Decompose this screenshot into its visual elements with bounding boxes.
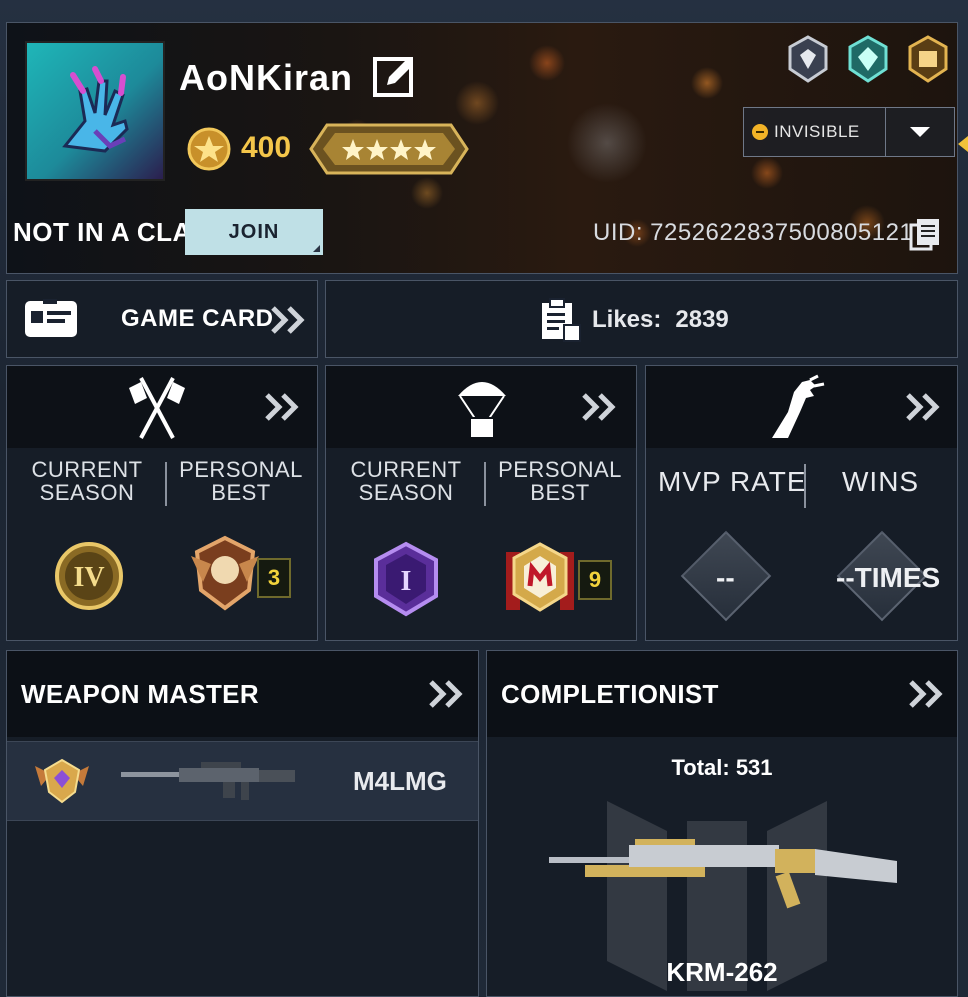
zombies-rank-shield-icon[interactable] (907, 35, 949, 83)
likes-label: Likes: (592, 306, 662, 333)
double-chevron-right-icon (906, 393, 940, 421)
svg-text:I: I (401, 566, 412, 597)
game-card-icon (25, 299, 77, 337)
status-label: INVISIBLE (774, 122, 860, 141)
invisible-status-icon (752, 124, 768, 140)
multiplayer-flags-icon (129, 377, 185, 439)
likes-group: Likes: 2839 (540, 297, 729, 343)
likes-count: 2839 (675, 306, 729, 333)
weapon-master-row[interactable]: M4LMG (7, 741, 478, 821)
coin-icon (187, 127, 231, 171)
copy-uid-icon[interactable] (907, 215, 943, 251)
double-chevron-right-icon (271, 306, 305, 334)
level-stars-badge-icon (309, 123, 469, 175)
weapon-master-weapon-name: M4LMG (353, 766, 447, 796)
multiplayer-card-header (7, 366, 317, 448)
mp-best-rank-icon (191, 535, 259, 611)
join-clan-button[interactable]: JOIN (185, 209, 323, 255)
status-current[interactable]: INVISIBLE (744, 108, 886, 156)
mp-rank-iv-icon: IV (55, 542, 123, 610)
br-rank-shield-icon[interactable] (847, 35, 889, 83)
game-card-button[interactable]: GAME CARD (6, 280, 318, 358)
mvp-rate-label: MVP RATE (658, 466, 807, 497)
multiplayer-stats-card[interactable]: CURRENT SEASON PERSONAL BEST IV 3 (6, 365, 318, 641)
zombie-hand-icon (772, 374, 825, 438)
likes-panel[interactable]: Likes: 2839 (325, 280, 958, 358)
divider (804, 464, 806, 508)
br-rank-i-icon: I (374, 541, 438, 617)
rock-hand-icon (62, 66, 129, 153)
m4lmg-weapon-icon (121, 762, 295, 800)
divider (165, 462, 167, 506)
svg-text:IV: IV (73, 562, 104, 593)
clipboard-like-icon (542, 298, 581, 342)
player-name: AoNKiran (179, 57, 354, 98)
br-best-rank-icon (506, 542, 574, 612)
mvp-rate-value: -- (716, 562, 735, 593)
mp-personal-best-label: PERSONAL BEST (179, 457, 303, 505)
zombies-stats-card[interactable]: MVP RATE WINS -- --TIMES (645, 365, 958, 641)
weapon-master-title: WEAPON MASTER (21, 679, 259, 709)
mp-best-rank-level: 3 (257, 558, 291, 598)
completionist-title: COMPLETIONIST (501, 679, 719, 709)
mastery-badge-icon (35, 758, 89, 804)
br-personal-best-label: PERSONAL BEST (498, 457, 622, 505)
br-best-rank-level: 9 (578, 560, 612, 600)
completionist-header: COMPLETIONIST (487, 651, 957, 737)
double-chevron-right-icon (265, 393, 299, 421)
status-dropdown-button[interactable] (886, 108, 954, 156)
avatar[interactable] (25, 41, 165, 181)
side-panel-arrow-icon[interactable] (958, 136, 968, 152)
profile-header: AoNKiran 400 INVISIBLE NOT IN A CLAN JOI… (6, 22, 958, 274)
game-card-label: GAME CARD (121, 305, 274, 332)
clan-status: NOT IN A CLAN (13, 217, 212, 247)
completionist-total: Total: 531 (671, 755, 773, 780)
coin-value: 400 (241, 131, 292, 164)
divider (484, 462, 486, 506)
mp-current-season-label: CURRENT SEASON (31, 457, 143, 505)
completionist-weapon-name: KRM-262 (666, 957, 778, 987)
wins-label: WINS (842, 466, 920, 497)
player-uid: UID: 7252622837500805121 (593, 219, 914, 246)
double-chevron-right-icon (582, 393, 616, 421)
edit-name-icon[interactable] (371, 53, 419, 101)
double-chevron-right-icon (909, 680, 943, 708)
weapon-master-header: WEAPON MASTER (7, 651, 478, 737)
br-current-season-label: CURRENT SEASON (350, 457, 462, 505)
krm262-weapon-icon (549, 839, 897, 909)
zombies-card-header (646, 366, 957, 448)
battle-royale-stats-card[interactable]: CURRENT SEASON PERSONAL BEST I 9 (325, 365, 637, 641)
double-chevron-right-icon (429, 680, 463, 708)
rank-icons (787, 35, 949, 83)
mp-rank-shield-icon[interactable] (787, 35, 829, 83)
battle-royale-card-header (326, 366, 636, 448)
wins-value: --TIMES (836, 562, 941, 593)
online-status-select[interactable]: INVISIBLE (743, 107, 955, 157)
parachute-crate-icon (458, 382, 506, 439)
weapon-master-card[interactable]: WEAPON MASTER M4LMG (6, 650, 479, 997)
completionist-card[interactable]: COMPLETIONIST Total: 531 KRM-262 (486, 650, 958, 997)
chevron-down-icon (910, 127, 930, 137)
